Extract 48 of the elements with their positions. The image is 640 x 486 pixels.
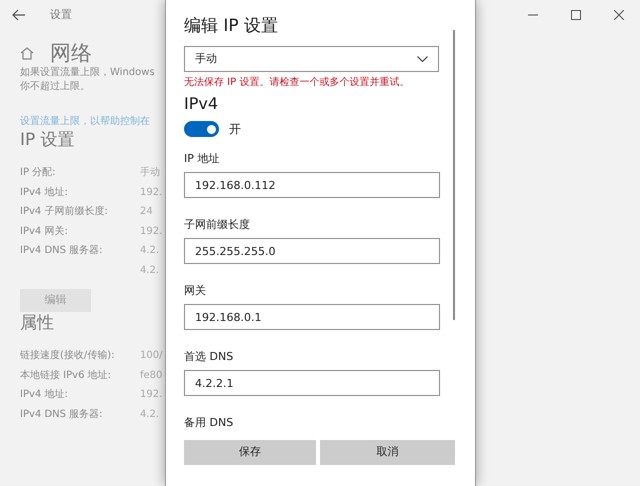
property-label: IPv4 地址: [20,186,69,200]
property-value: 192. [140,224,162,238]
save-button[interactable]: 保存 [184,440,316,465]
property-value: 4.2. [140,244,160,258]
property-label: IP 分配: [20,166,57,180]
toggle-label: 开 [229,121,241,138]
page-heading: 网络 [50,40,92,66]
property-label: IPv4 网关: [20,224,69,238]
toggle-switch[interactable] [184,121,219,137]
property-label: IPv4 DNS 服务器: [20,244,104,258]
maximize-icon[interactable] [570,10,580,20]
property-label: 链接速度(接收/传输): [20,348,116,363]
property-value: fe80 [140,368,162,382]
chevron-down-icon [417,56,428,62]
description-text: 你不超过上限。 [20,80,90,94]
property-label: IPv4 DNS 服务器: [20,408,104,422]
mode-dropdown[interactable]: 手动 [184,46,439,72]
text-field[interactable]: 255.255.255.0 [184,238,440,264]
description-text: 如果设置流量上限，Windows [20,66,155,80]
property-value: 24 [140,205,153,219]
scrollbar[interactable] [453,30,455,320]
field-label: 子网前缀长度 [184,218,251,232]
property-value: 4.2. [140,264,160,278]
property-label: IPv4 地址: [20,388,69,402]
property-value: 手动 [140,166,160,180]
section-heading: 属性 [20,312,54,334]
text-field[interactable]: 4.2.2.1 [184,370,440,396]
close-icon[interactable] [614,10,624,20]
property-value: 4.2. [140,408,160,422]
property-label: IPv4 子网前缀长度: [20,204,109,219]
field-label: 备用 DNS [184,416,234,430]
property-value: 100/ [140,349,162,363]
text-field[interactable]: 192.168.0.1 [184,304,440,330]
field-label: IP 地址 [184,152,220,166]
cancel-button[interactable]: 取消 [320,440,455,465]
window-title: 设置 [50,6,72,23]
property-label: 本地链接 IPv6 地址: [20,368,112,382]
error-message: 无法保存 IP 设置。请检查一个或多个设置并重试。 [184,76,410,90]
dialog-title: 编辑 IP 设置 [184,15,280,38]
property-value: 192. [140,186,162,200]
text-field[interactable]: 192.168.0.112 [184,172,440,198]
property-value: 192. [140,388,162,402]
field-label: 首选 DNS [184,350,234,364]
home-icon [20,46,34,60]
section-heading: IP 设置 [20,129,75,151]
field-label: 网关 [184,284,207,298]
back-arrow-icon[interactable] [12,9,26,21]
section-heading: IPv4 [184,94,220,114]
